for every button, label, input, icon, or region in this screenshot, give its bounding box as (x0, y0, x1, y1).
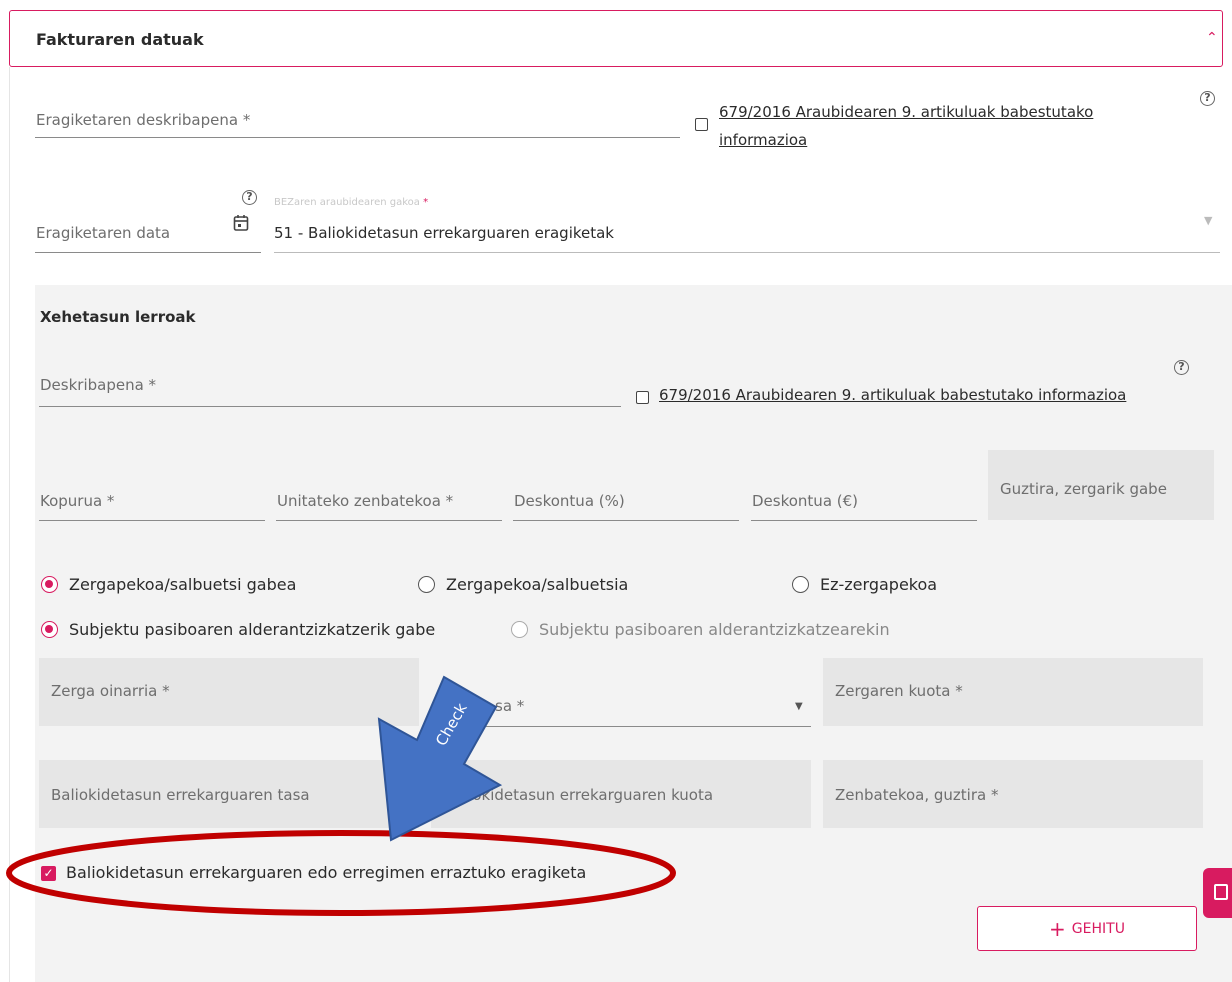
annotation-overlay (6, 675, 676, 916)
annotation-arrow (377, 675, 503, 842)
annotation-ellipse (6, 830, 676, 916)
